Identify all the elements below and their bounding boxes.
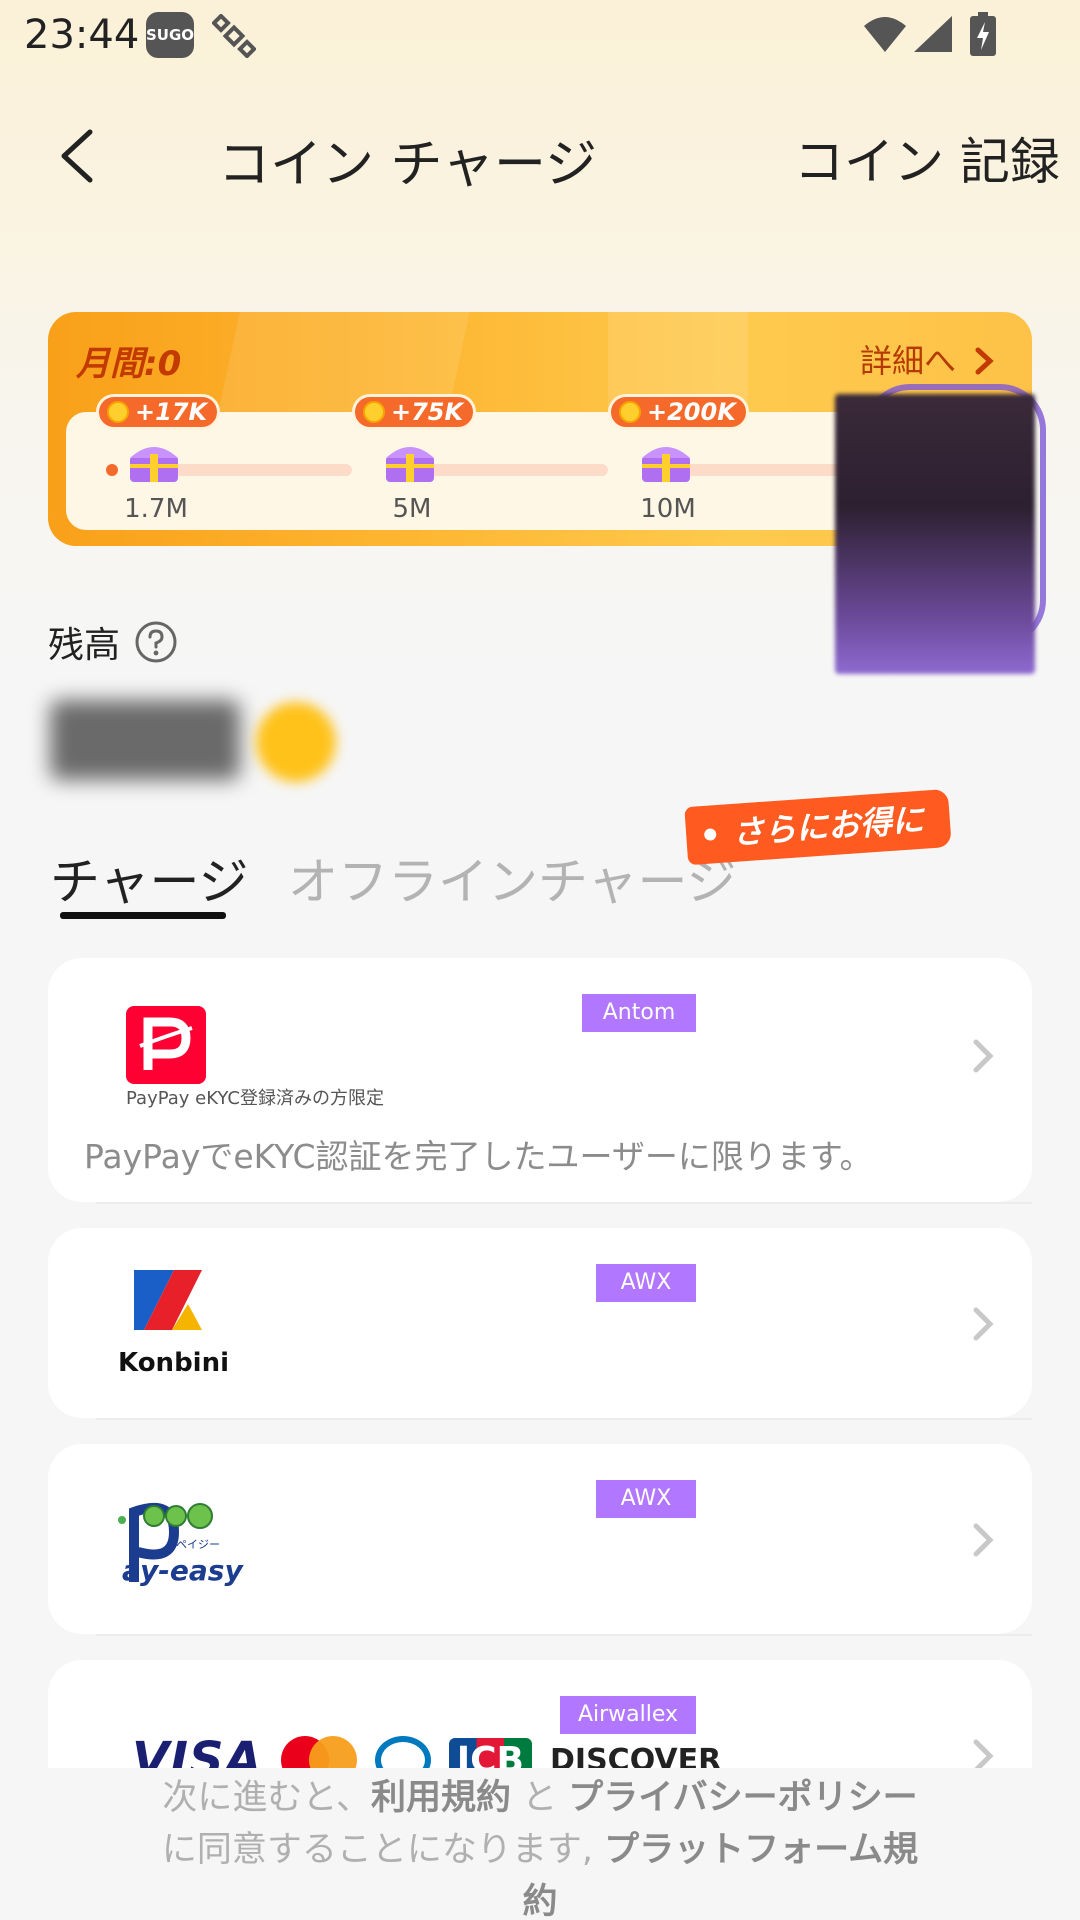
back-button[interactable]: [50, 124, 110, 188]
tab-offline-charge[interactable]: オフラインチャージ: [288, 842, 737, 914]
payeasy-logo-text: ay-easy: [122, 1554, 243, 1587]
signal-icon: [914, 16, 952, 52]
coin-history-link[interactable]: コイン 記録: [794, 122, 1060, 194]
coin-icon: [619, 401, 641, 423]
method-note: PayPayでeKYC認証を完了したユーザーに限ります。: [84, 1137, 873, 1176]
page-title: コイン チャージ: [218, 135, 597, 195]
milestone-reward: +200K: [647, 398, 736, 426]
payment-method-payeasy[interactable]: AWX ペイジー ay-easy: [48, 1444, 1032, 1634]
sugo-app-icon: SUGO: [146, 12, 194, 58]
provider-badge: Antom: [582, 994, 696, 1032]
chevron-right-icon: [973, 1523, 994, 1557]
terms-link[interactable]: 利用規約: [371, 1778, 511, 1818]
treasure-chest-icon: [386, 447, 434, 482]
coin-icon: [256, 702, 336, 782]
chevron-right-icon: [975, 347, 994, 375]
divider: [96, 1202, 1032, 1204]
treasure-chest-icon: [130, 447, 178, 482]
treasure-chest-icon: [642, 447, 690, 482]
milestone-threshold: 5M: [392, 494, 432, 524]
agreement-middle: に同意することになります,: [161, 1830, 605, 1870]
battery-charging-icon: [970, 12, 996, 56]
konbini-logo-text: Konbini: [118, 1348, 230, 1378]
status-time: 23:44: [24, 12, 140, 58]
floating-video-widget[interactable]: [835, 394, 1035, 674]
divider: [96, 1418, 1032, 1420]
tab-charge[interactable]: チャージ: [50, 842, 249, 914]
konbini-logo: [134, 1270, 202, 1330]
details-link-label: 詳細へ: [860, 342, 957, 380]
balance-value: [50, 700, 240, 780]
details-link[interactable]: 詳細へ: [860, 336, 996, 382]
active-tab-indicator: [60, 912, 226, 919]
payeasy-small-text: ペイジー: [176, 1538, 220, 1551]
coin-icon: [363, 401, 385, 423]
monthly-label: 月間:0: [76, 344, 182, 384]
coin-icon: [107, 401, 129, 423]
paypay-logo: [126, 1006, 206, 1084]
payment-method-paypay[interactable]: Antom PayPay eKYC登録済みの方限定 PayPayでeKYC認証を…: [48, 958, 1032, 1202]
payment-method-konbini[interactable]: AWX Konbini: [48, 1228, 1032, 1418]
milestone-threshold: 10M: [640, 494, 696, 524]
satellite-icon: [212, 14, 256, 58]
status-bar: 23:44 SUGO: [0, 0, 1080, 72]
question-circle-icon[interactable]: [134, 620, 178, 664]
milestone-reward: +17K: [135, 398, 208, 426]
chevron-right-icon: [973, 1039, 994, 1073]
provider-badge: Airwallex: [560, 1696, 696, 1734]
wifi-icon: [864, 17, 906, 52]
milestone-reward-badge: +75K: [352, 394, 477, 430]
chevron-right-icon: [973, 1307, 994, 1341]
promo-tag: さらにお得に: [684, 788, 952, 866]
promo-dot: [703, 828, 717, 841]
divider: [96, 1634, 1032, 1636]
milestone-reward: +75K: [391, 398, 464, 426]
provider-badge: AWX: [596, 1480, 696, 1518]
progress-indicator: [106, 464, 118, 476]
provider-badge: AWX: [596, 1264, 696, 1302]
milestone-threshold: 1.7M: [124, 494, 188, 524]
promo-tag-label: さらにお得に: [730, 800, 926, 852]
paypay-logo-caption: PayPay eKYC登録済みの方限定: [126, 1088, 384, 1109]
milestone-reward-badge: +200K: [608, 394, 749, 430]
milestone-reward-badge: +17K: [96, 394, 221, 430]
sugo-app-icon-text: SUGO: [146, 26, 195, 44]
progress-segment: [424, 464, 608, 476]
agreement-prefix: 次に進むと、: [162, 1778, 371, 1818]
balance-label: 残高: [48, 625, 121, 666]
agreement-and: と: [511, 1778, 569, 1818]
agreement-text: 次に進むと、利用規約 と プライバシーポリシー に同意することになります, プラ…: [150, 1772, 930, 1920]
privacy-policy-link[interactable]: プライバシーポリシー: [568, 1778, 917, 1818]
progress-segment: [168, 464, 352, 476]
